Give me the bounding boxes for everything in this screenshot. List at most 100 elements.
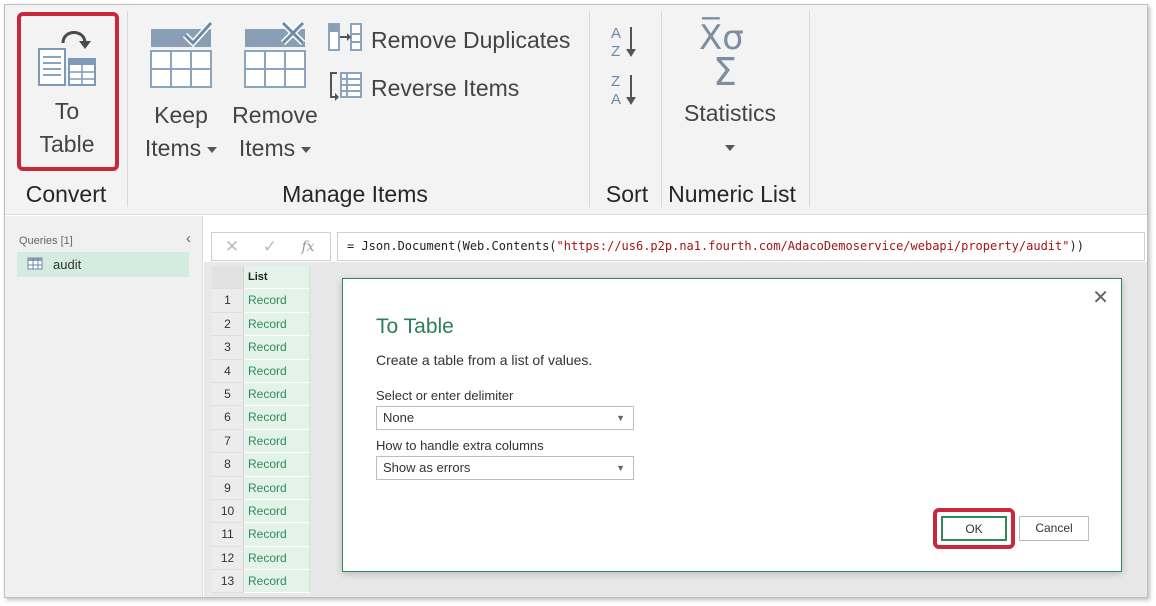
record-cell[interactable]: Record xyxy=(244,523,310,547)
extra-columns-select-value: Show as errors xyxy=(383,460,471,475)
svg-text:A: A xyxy=(611,91,621,107)
reverse-items-button[interactable]: Reverse Items xyxy=(327,72,520,103)
statistics-icon: X̅σ Σ xyxy=(675,17,785,97)
grid-header-row: List xyxy=(212,266,310,290)
row-number[interactable]: 12 xyxy=(212,546,244,571)
row-number[interactable]: 7 xyxy=(212,429,244,454)
record-cell[interactable]: Record xyxy=(244,289,310,313)
keep-items-icon xyxy=(141,19,221,99)
remove-duplicates-label: Remove Duplicates xyxy=(371,26,571,53)
cancel-formula-icon[interactable]: ✕ xyxy=(212,237,252,257)
table-icon xyxy=(27,257,43,273)
row-number[interactable]: 4 xyxy=(212,359,244,383)
collapse-pane-icon[interactable]: ‹ xyxy=(186,230,191,247)
record-cell[interactable]: Record xyxy=(244,336,310,360)
sort-descending-button[interactable]: Z A xyxy=(609,71,639,112)
record-cell[interactable]: Record xyxy=(244,546,310,571)
confirm-formula-icon[interactable]: ✓ xyxy=(252,237,288,257)
extra-columns-label: How to handle extra columns xyxy=(376,438,544,453)
table-row: 7 Record xyxy=(212,429,310,454)
extra-columns-select[interactable]: Show as errors ▼ xyxy=(376,456,634,480)
cancel-button[interactable]: Cancel xyxy=(1019,516,1089,541)
column-header-list[interactable]: List xyxy=(244,266,310,290)
row-number[interactable]: 13 xyxy=(212,570,244,594)
group-label-manage-items: Manage Items xyxy=(282,181,428,207)
query-item-audit[interactable]: audit xyxy=(17,252,189,277)
grid-corner[interactable] xyxy=(212,266,244,290)
table-row: 11 Record xyxy=(212,523,310,547)
row-number[interactable]: 1 xyxy=(212,289,244,313)
group-separator xyxy=(589,11,590,207)
formula-input[interactable]: = Json.Document(Web.Contents("https://us… xyxy=(337,232,1145,261)
row-number[interactable]: 9 xyxy=(212,476,244,500)
record-cell[interactable]: Record xyxy=(244,429,310,454)
group-separator xyxy=(127,11,128,207)
to-table-highlight xyxy=(17,12,119,171)
reverse-items-icon xyxy=(327,69,363,107)
dialog-description: Create a table from a list of values. xyxy=(376,352,593,368)
record-cell[interactable]: Record xyxy=(244,359,310,383)
table-row: 6 Record xyxy=(212,406,310,430)
record-cell[interactable]: Record xyxy=(244,476,310,500)
table-row: 10 Record xyxy=(212,499,310,524)
remove-duplicates-icon xyxy=(327,22,363,58)
table-row: 2 Record xyxy=(212,312,310,337)
row-number[interactable]: 11 xyxy=(212,523,244,547)
record-cell[interactable]: Record xyxy=(244,499,310,524)
remove-items-label-line2: Items xyxy=(238,135,296,161)
table-row: 3 Record xyxy=(212,336,310,360)
to-table-dialog: ✕ To Table Create a table from a list of… xyxy=(342,278,1122,572)
ok-button-highlight xyxy=(933,508,1015,549)
sort-descending-icon: Z A xyxy=(611,73,636,108)
row-number[interactable]: 5 xyxy=(212,382,244,407)
query-item-label: audit xyxy=(53,257,82,272)
table-row: 13 Record xyxy=(212,570,310,594)
sort-ascending-button[interactable]: A Z xyxy=(609,23,639,64)
group-label-convert: Convert xyxy=(25,181,107,207)
table-row: 1 Record xyxy=(212,289,310,313)
record-cell[interactable]: Record xyxy=(244,453,310,477)
row-number[interactable]: 6 xyxy=(212,406,244,430)
app-window: To Table Convert Keep Items Remove Items… xyxy=(4,4,1148,598)
table-row: 8 Record xyxy=(212,453,310,477)
keep-items-label-line1: Keep xyxy=(154,102,208,128)
queries-pane-title: Queries [1] xyxy=(19,235,73,247)
close-icon[interactable]: ✕ xyxy=(1092,285,1109,310)
group-separator xyxy=(661,11,662,207)
record-cell[interactable]: Record xyxy=(244,312,310,337)
group-separator xyxy=(809,11,810,207)
chevron-down-icon xyxy=(725,144,735,151)
sigma-glyph: Σ xyxy=(713,50,738,94)
fx-icon[interactable]: fx xyxy=(288,239,328,255)
remove-items-icon xyxy=(231,19,319,99)
record-cell[interactable]: Record xyxy=(244,570,310,594)
queries-pane: Queries [1] ‹ audit xyxy=(5,216,203,597)
record-cell[interactable]: Record xyxy=(244,382,310,407)
group-label-sort: Sort xyxy=(605,181,649,207)
dialog-title: To Table xyxy=(376,315,454,338)
row-number[interactable]: 10 xyxy=(212,499,244,524)
table-row: 9 Record xyxy=(212,476,310,500)
row-number[interactable]: 8 xyxy=(212,453,244,477)
row-number[interactable]: 3 xyxy=(212,336,244,360)
svg-text:Z: Z xyxy=(611,43,620,59)
chevron-down-icon xyxy=(207,146,218,153)
delimiter-select[interactable]: None ▼ xyxy=(376,406,634,430)
remove-duplicates-button[interactable]: Remove Duplicates xyxy=(327,22,571,58)
formula-suffix: )) xyxy=(1069,239,1084,253)
svg-text:A: A xyxy=(611,25,621,42)
delimiter-select-value: None xyxy=(383,410,415,425)
remove-items-button[interactable]: Remove Items xyxy=(231,19,319,165)
formula-url: "https://us6.p2p.na1.fourth.com/AdacoDem… xyxy=(556,239,1070,253)
formula-controls: ✕ ✓ fx xyxy=(211,232,331,261)
data-grid: List 1 Record 2 Record 3 Record 4 Record 5 Record… xyxy=(212,266,310,594)
group-label-numeric-list: Numeric List xyxy=(668,181,796,207)
remove-items-label-line1: Remove xyxy=(232,102,318,128)
svg-text:Z: Z xyxy=(611,73,620,90)
record-cell[interactable]: Record xyxy=(244,406,310,430)
reverse-items-label: Reverse Items xyxy=(371,74,520,101)
row-number[interactable]: 2 xyxy=(212,312,244,337)
keep-items-button[interactable]: Keep Items xyxy=(141,19,221,165)
statistics-button[interactable]: X̅σ Σ Statistics xyxy=(675,17,785,163)
table-row: 5 Record xyxy=(212,382,310,407)
